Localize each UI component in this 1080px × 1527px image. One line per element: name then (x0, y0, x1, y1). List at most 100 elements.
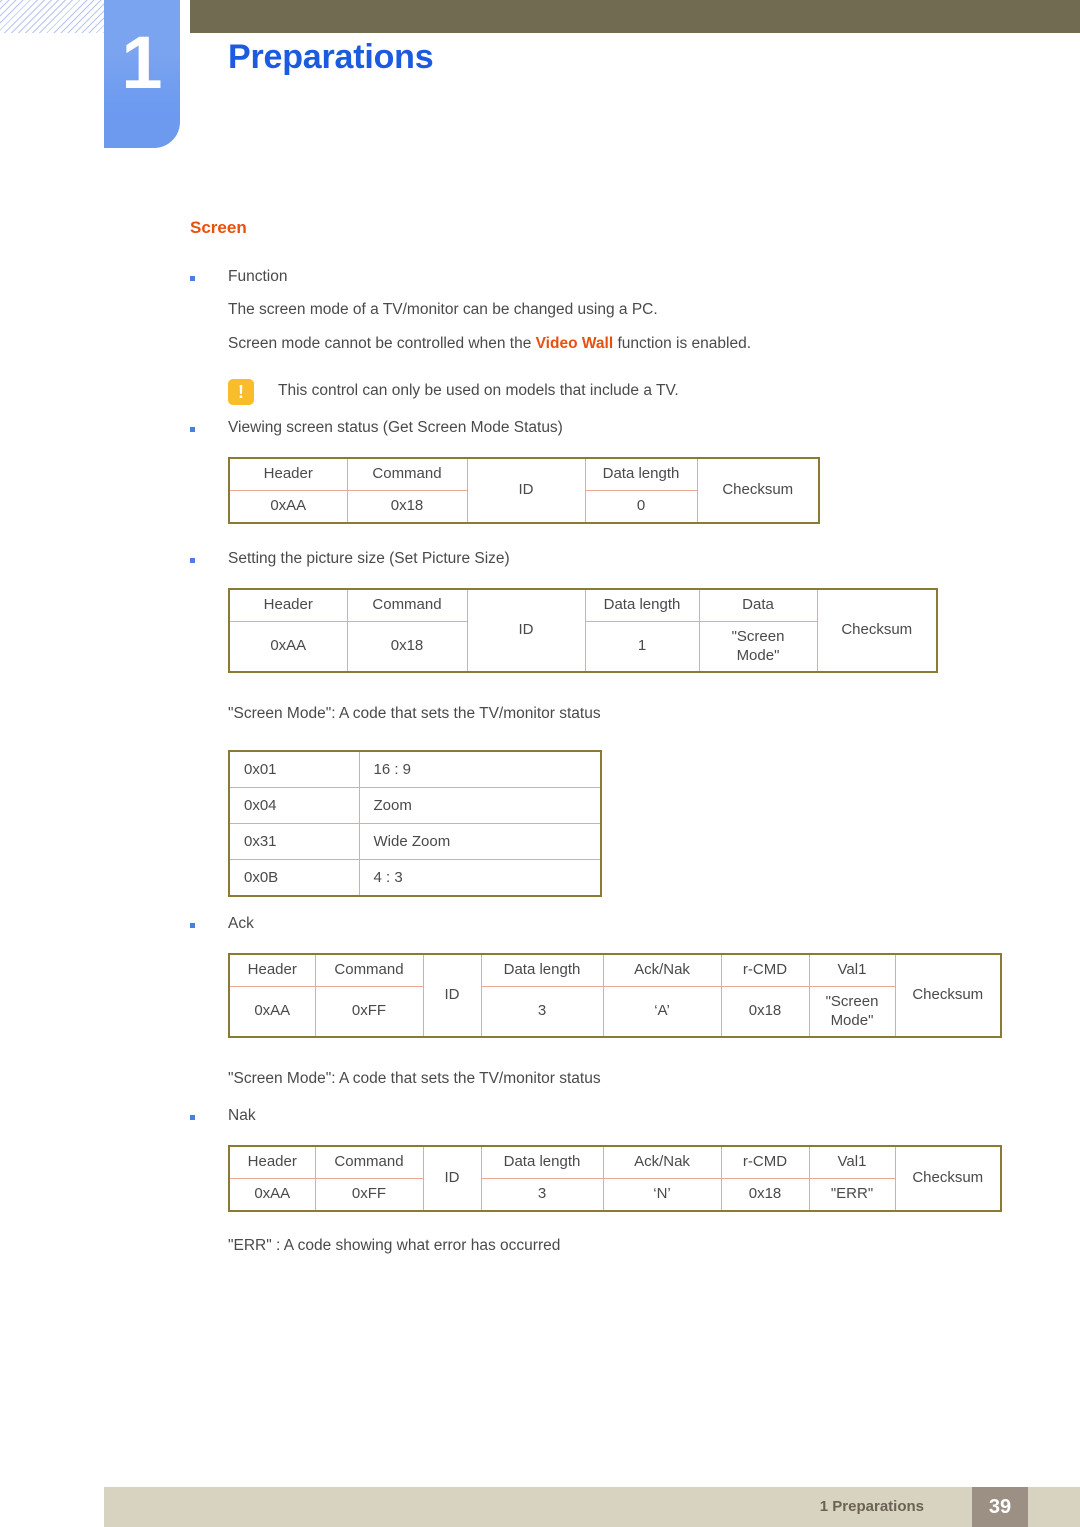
page-number: 39 (972, 1487, 1028, 1527)
header-olive-bar (190, 0, 1080, 33)
cell-code: 0x0B (228, 859, 360, 897)
cell-datalength-value: 0 (584, 489, 698, 524)
cell-command-label: Command (346, 457, 468, 491)
table-nak: Header Command ID Data length Ack/Nak r-… (228, 1145, 1002, 1212)
cell-data-value-line2: Mode" (736, 646, 780, 664)
table-row: 0x04 Zoom (228, 787, 602, 824)
cell-rcmd-label: r-CMD (720, 953, 810, 987)
cell-acknak-value: ‘N’ (602, 1177, 722, 1212)
function-line-2-pre: Screen mode cannot be controlled when th… (228, 335, 536, 352)
table-row-headers: Header Command ID Data length Checksum (228, 457, 820, 523)
chapter-tab: 1 (104, 0, 180, 148)
bullet-ack: Ack (190, 915, 254, 933)
bullet-dot-icon (190, 923, 195, 928)
cell-rcmd-label: r-CMD (720, 1145, 810, 1179)
cell-data-value-line1: "Screen (731, 627, 785, 645)
warning-icon: ! (228, 379, 254, 405)
bullet-set-picture-size: Setting the picture size (Set Picture Si… (190, 550, 510, 568)
note-text: This control can only be used on models … (278, 382, 679, 399)
cell-val1-label: Val1 (808, 953, 896, 987)
cell-header-value: 0xAA (228, 620, 348, 673)
function-line-2-post: function is enabled. (613, 335, 752, 352)
cell-command-value: 0xFF (314, 985, 424, 1038)
cell-acknak-label: Ack/Nak (602, 953, 722, 987)
cell-header-value: 0xAA (228, 489, 348, 524)
bullet-dot-icon (190, 1115, 195, 1120)
ack-caption: "Screen Mode": A code that sets the TV/m… (228, 1070, 601, 1087)
cell-id: ID (466, 588, 586, 673)
table-row-values: 0xAA 0xFF 3 ‘A’ 0x18 "Screen Mode" (228, 985, 1001, 1038)
video-wall-highlight: Video Wall (535, 335, 614, 352)
table-get-screen-mode-status: Header Command ID Data length Checksum 0… (228, 457, 820, 524)
cell-datalength-label: Data length (480, 953, 604, 987)
cell-data-value: "Screen Mode" (698, 620, 818, 673)
bullet-nak: Nak (190, 1107, 256, 1125)
table-screen-mode-codes: 0x01 16 : 9 0x04 Zoom 0x31 Wide Zoom 0x0… (228, 750, 602, 897)
cell-id: ID (422, 953, 482, 1038)
bullet-get-screen-mode-status: Viewing screen status (Get Screen Mode S… (190, 419, 563, 437)
table-row-headers: Header Command ID Data length Ack/Nak r-… (228, 953, 1002, 1038)
cell-header-value: 0xAA (228, 985, 316, 1038)
function-line-1: The screen mode of a TV/monitor can be c… (228, 301, 658, 318)
cell-acknak-value: ‘A’ (602, 985, 722, 1038)
table-row: 0x0B 4 : 3 (228, 859, 602, 897)
cell-val1-value: "ERR" (808, 1177, 896, 1212)
bullet-function: Function (190, 268, 287, 286)
nak-caption: "ERR" : A code showing what error has oc… (228, 1237, 561, 1254)
cell-val1-line2: Mode" (830, 1011, 874, 1029)
section-title: Screen (190, 218, 247, 237)
table-row-headers: Header Command ID Data length Ack/Nak r-… (228, 1145, 1002, 1211)
cell-code: 0x01 (228, 750, 360, 788)
cell-rcmd-value: 0x18 (720, 1177, 810, 1212)
bullet-dot-icon (190, 276, 195, 281)
page-title: Preparations (228, 38, 434, 76)
cell-code: 0x31 (228, 823, 360, 860)
cell-name: Zoom (358, 787, 602, 824)
cell-command-label: Command (346, 588, 468, 622)
page-header: 1 Preparations (0, 0, 1080, 160)
table-row-headers: Header Command ID Data length Data Check… (228, 588, 938, 673)
cell-header-label: Header (228, 588, 348, 622)
cell-header-label: Header (228, 953, 316, 987)
cell-id: ID (422, 1145, 482, 1211)
cell-datalength-value: 1 (584, 620, 700, 673)
cell-datalength-value: 3 (480, 985, 604, 1038)
cell-name: Wide Zoom (358, 823, 602, 860)
cell-val1-label: Val1 (808, 1145, 896, 1179)
bullet-dot-icon (190, 427, 195, 432)
function-line-2: Screen mode cannot be controlled when th… (228, 335, 751, 353)
cell-command-value: 0x18 (346, 620, 468, 673)
cell-rcmd-value: 0x18 (720, 985, 810, 1038)
bullet-ack-label: Ack (228, 915, 254, 932)
cell-val1-value: "Screen Mode" (808, 985, 896, 1038)
screen-mode-caption: "Screen Mode": A code that sets the TV/m… (228, 705, 601, 722)
table-row: 0x31 Wide Zoom (228, 823, 602, 860)
cell-acknak-label: Ack/Nak (602, 1145, 722, 1179)
cell-command-label: Command (314, 1145, 424, 1179)
cell-header-value: 0xAA (228, 1177, 316, 1212)
cell-header-label: Header (228, 457, 348, 491)
table-ack: Header Command ID Data length Ack/Nak r-… (228, 953, 1002, 1039)
bullet-dot-icon (190, 558, 195, 563)
cell-val1-line1: "Screen (825, 992, 879, 1010)
chapter-number: 1 (121, 21, 163, 104)
cell-datalength-label: Data length (584, 457, 698, 491)
cell-checksum: Checksum (894, 1145, 1002, 1211)
cell-datalength-label: Data length (584, 588, 700, 622)
table-set-picture-size: Header Command ID Data length Data Check… (228, 588, 938, 674)
cell-data-label: Data (698, 588, 818, 622)
cell-name: 4 : 3 (358, 859, 602, 897)
cell-checksum: Checksum (894, 953, 1002, 1038)
cell-id: ID (466, 457, 586, 523)
bullet-nak-label: Nak (228, 1107, 256, 1124)
page-footer: 1 Preparations 39 (104, 1487, 1080, 1527)
cell-datalength-value: 3 (480, 1177, 604, 1212)
cell-command-value: 0x18 (346, 489, 468, 524)
cell-code: 0x04 (228, 787, 360, 824)
table-row: 0x01 16 : 9 (228, 750, 602, 788)
bullet-set-picture-size-label: Setting the picture size (Set Picture Si… (228, 550, 510, 567)
bullet-function-label: Function (228, 268, 288, 285)
cell-command-value: 0xFF (314, 1177, 424, 1212)
hatch-decoration (0, 0, 104, 33)
cell-checksum: Checksum (696, 457, 820, 523)
